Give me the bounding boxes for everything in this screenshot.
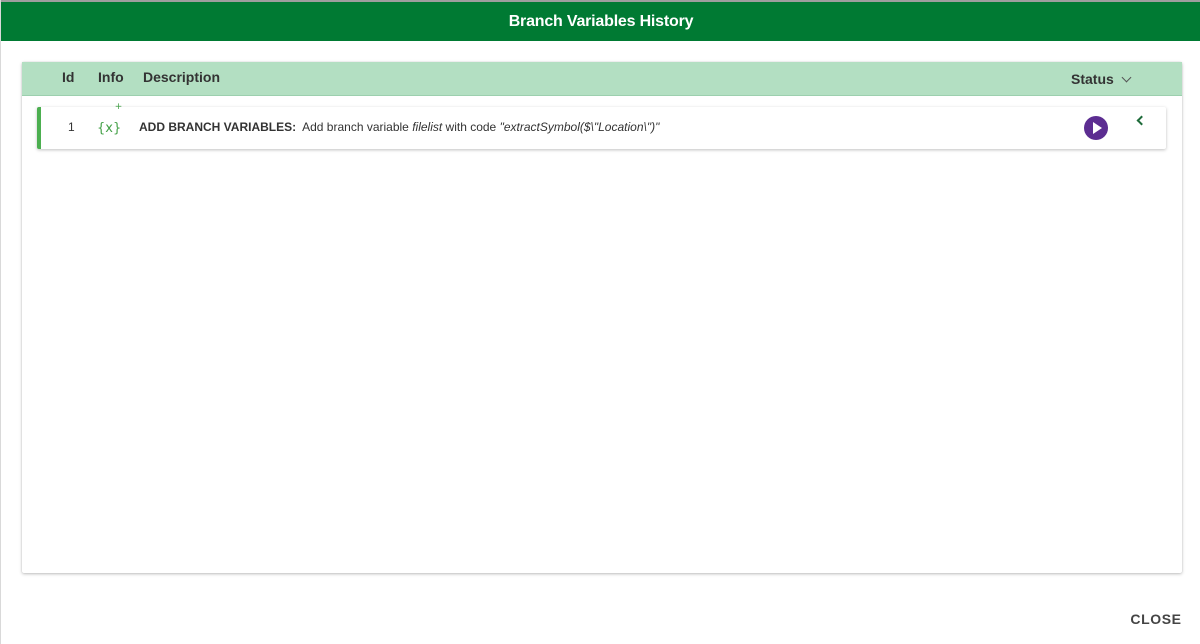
play-icon[interactable]	[1084, 116, 1108, 140]
variable-add-icon-symbol: {x}	[97, 121, 122, 136]
row-expand-toggle[interactable]	[1136, 113, 1147, 127]
history-table: Id Info Description Status 1 {x} + ADD BR…	[22, 62, 1182, 573]
chevron-down-icon[interactable]	[1121, 72, 1132, 82]
row-action-label: ADD BRANCH VARIABLES:	[139, 120, 297, 134]
row-description: ADD BRANCH VARIABLES: Add branch variable…	[139, 107, 659, 149]
row-variable-name: filelist	[412, 120, 443, 134]
close-button[interactable]: CLOSE	[1121, 605, 1191, 633]
variable-add-icon-plus: +	[114, 102, 123, 112]
column-header-id: Id	[62, 69, 75, 85]
row-description-text-2: with code	[442, 120, 500, 134]
column-header-status-label: Status	[1071, 71, 1114, 87]
row-description-text: Add branch variable	[302, 120, 413, 134]
row-info: {x} +	[97, 103, 122, 149]
branch-variables-history-dialog: Branch Variables History Id Info Descrip…	[0, 0, 1200, 644]
variable-add-icon: {x} +	[97, 103, 122, 149]
dialog-header: Branch Variables History	[1, 0, 1200, 41]
chevron-left-icon[interactable]	[1136, 115, 1147, 126]
table-header: Id Info Description Status	[22, 62, 1182, 96]
row-status[interactable]	[1084, 116, 1108, 140]
dialog-title: Branch Variables History	[508, 12, 694, 30]
row-code: "extractSymbol($\"Location\")"	[499, 120, 660, 134]
column-header-status[interactable]: Status	[1071, 62, 1132, 96]
column-header-info: Info	[98, 69, 124, 85]
column-header-description: Description	[143, 69, 221, 85]
table-row[interactable]: 1 {x} + ADD BRANCH VARIABLES: Add branch v…	[37, 103, 1166, 149]
row-id: 1	[68, 120, 75, 134]
